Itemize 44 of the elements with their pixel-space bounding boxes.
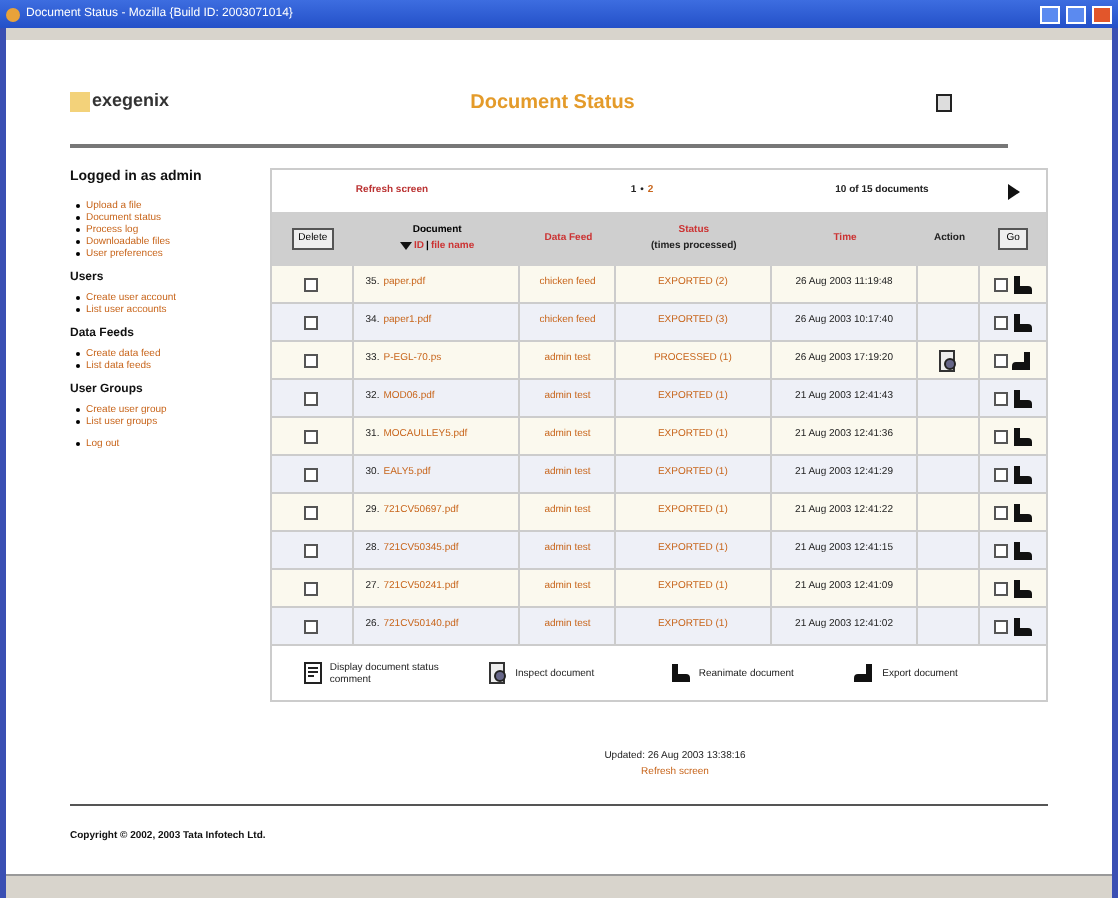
checkbox[interactable]	[994, 429, 1009, 443]
document-icon[interactable]	[487, 662, 508, 684]
minimize-button[interactable]	[1040, 5, 1060, 23]
logo-icon	[70, 92, 90, 112]
boot-icon[interactable]	[1012, 541, 1033, 559]
boot-icon[interactable]	[1012, 465, 1033, 483]
checkbox[interactable]	[304, 581, 319, 595]
checkbox[interactable]	[994, 467, 1009, 481]
logo: exegenix	[92, 88, 170, 115]
boot-icon[interactable]	[670, 664, 691, 682]
checkbox[interactable]	[994, 505, 1009, 519]
checkbox[interactable]	[304, 619, 319, 633]
boot-icon[interactable]	[1012, 275, 1033, 293]
checkbox[interactable]	[304, 543, 319, 557]
document-icon	[303, 662, 322, 684]
boot-icon[interactable]	[1012, 579, 1033, 597]
checkbox[interactable]	[994, 543, 1009, 557]
checkbox[interactable]	[994, 391, 1009, 405]
page-title: Document Status	[468, 89, 637, 117]
boot-icon[interactable]	[1012, 427, 1033, 445]
checkbox[interactable]	[994, 581, 1009, 595]
next-page-icon[interactable]	[1008, 183, 1020, 199]
checkbox[interactable]	[304, 353, 319, 367]
checkbox[interactable]	[994, 277, 1009, 291]
checkbox[interactable]	[304, 315, 319, 329]
close-button[interactable]	[1092, 5, 1112, 23]
document-icon[interactable]	[938, 349, 959, 371]
checkbox[interactable]	[304, 277, 319, 291]
checkbox[interactable]	[304, 391, 319, 405]
checkbox[interactable]	[994, 619, 1009, 633]
boot-icon[interactable]	[1012, 617, 1033, 635]
boot-icon[interactable]	[1012, 503, 1033, 521]
boot-icon[interactable]	[1012, 351, 1033, 369]
checkbox[interactable]	[994, 315, 1009, 329]
boot-icon[interactable]	[1012, 389, 1033, 407]
maximize-button[interactable]	[1066, 5, 1086, 23]
boot-icon[interactable]	[1012, 313, 1033, 331]
checkbox[interactable]	[304, 429, 319, 443]
browser-icon	[6, 7, 20, 21]
checkbox[interactable]	[304, 467, 319, 481]
checkbox[interactable]	[304, 505, 319, 519]
checkbox[interactable]	[994, 353, 1009, 367]
boot-icon[interactable]	[854, 664, 875, 682]
sort-down-icon	[400, 242, 413, 251]
